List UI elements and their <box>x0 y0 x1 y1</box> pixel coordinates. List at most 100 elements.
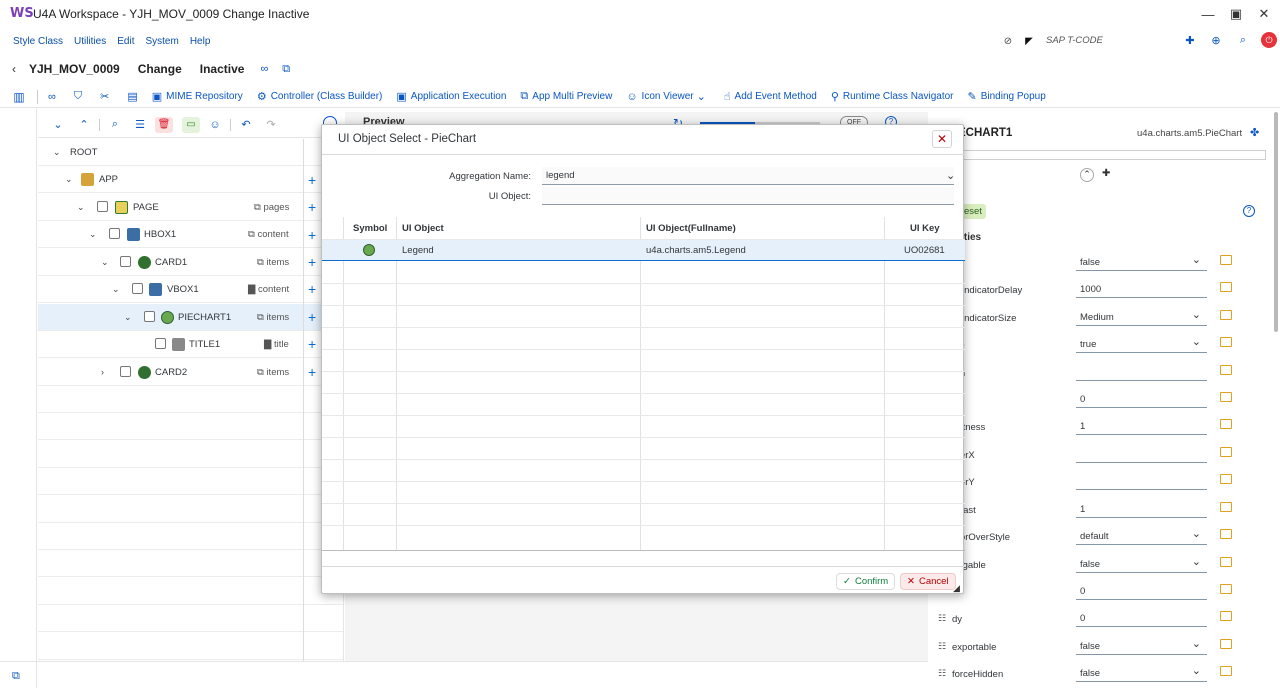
maximize-icon[interactable]: ▣ <box>1228 6 1244 22</box>
menu-system[interactable]: System <box>145 36 178 47</box>
controller-button[interactable]: ⚙ Controller (Class Builder) <box>257 90 383 103</box>
chevron-down-icon[interactable]: ⌄ <box>101 257 109 268</box>
folder-icon[interactable] <box>1220 666 1232 676</box>
user-icon[interactable]: ☺ <box>209 119 221 131</box>
undo-icon[interactable]: ↶ <box>240 118 252 131</box>
tree-row-piechart1[interactable]: ⌄ PIECHART1 ⧉ items <box>38 304 343 331</box>
tree-checkbox[interactable] <box>120 256 131 267</box>
folder-icon[interactable] <box>1220 282 1232 292</box>
collapse-all-icon[interactable]: ⌃ <box>78 118 90 131</box>
property-value[interactable]: 1000 <box>1076 280 1207 298</box>
app-execution-button[interactable]: ▣ Application Execution <box>396 90 506 103</box>
add-icon[interactable]: + <box>308 172 316 188</box>
delete-icon[interactable]: 🗑 <box>155 116 173 133</box>
add-icon[interactable]: + <box>308 309 316 325</box>
property-value[interactable]: false <box>1076 664 1207 682</box>
tree-row-title1[interactable]: TITLE1 ▇ title <box>38 331 343 358</box>
binoculars-icon[interactable]: ∞ <box>260 63 268 75</box>
power-icon[interactable]: ⏻ <box>1261 32 1277 48</box>
tree-checkbox[interactable] <box>120 366 131 377</box>
folder-icon[interactable] <box>1220 502 1232 512</box>
tree-row-app[interactable]: ⌄ APP <box>38 166 343 193</box>
add-icon[interactable]: + <box>308 254 316 270</box>
folder-icon[interactable] <box>1220 611 1232 621</box>
save-icon[interactable]: ▤ <box>127 90 137 103</box>
visibility-off-icon[interactable]: ⊘ <box>1001 34 1015 48</box>
pin-icon[interactable]: ✚ <box>1102 168 1110 179</box>
tree-checkbox[interactable] <box>132 283 143 294</box>
mime-repository-button[interactable]: ▣ MIME Repository <box>152 90 243 103</box>
tree-row-root[interactable]: ⌄ ROOT <box>38 139 343 166</box>
tree-checkbox[interactable] <box>109 228 120 239</box>
preview-select-icon[interactable]: ▭ <box>182 116 200 133</box>
folder-icon[interactable] <box>1220 557 1232 567</box>
tree-row-card1[interactable]: ⌄ CARD1 ⧉ items <box>38 249 343 276</box>
external-link-icon[interactable]: ⧉ <box>282 63 290 76</box>
runtime-class-navigator-button[interactable]: ⚲ Runtime Class Navigator <box>831 90 954 103</box>
binding-popup-button[interactable]: ✎ Binding Popup <box>968 90 1046 103</box>
property-value[interactable]: 0 <box>1076 390 1207 408</box>
property-value[interactable] <box>1076 445 1207 463</box>
property-value[interactable]: 1 <box>1076 500 1207 518</box>
tree-checkbox[interactable] <box>97 201 108 212</box>
chevron-down-icon[interactable]: ⌄ <box>53 147 61 158</box>
property-value[interactable]: false <box>1076 253 1207 271</box>
add-icon[interactable]: + <box>308 227 316 243</box>
tree-row-page[interactable]: ⌄ PAGE ⧉ pages <box>38 194 343 221</box>
property-value[interactable]: Medium <box>1076 308 1207 326</box>
folder-icon[interactable] <box>1220 584 1232 594</box>
property-value[interactable] <box>1076 472 1207 490</box>
folder-icon[interactable] <box>1220 419 1232 429</box>
chevron-down-icon[interactable]: ⌄ <box>77 202 85 213</box>
back-icon[interactable]: ‹ <box>9 62 19 76</box>
icon-viewer-button[interactable]: ☺ Icon Viewer ⌄ <box>626 90 710 104</box>
chevron-down-icon[interactable]: ⌄ <box>65 174 73 185</box>
tree-row-card2[interactable]: › CARD2 ⧉ items <box>38 359 343 386</box>
panel-toggle-icon[interactable]: ⧉ <box>12 670 20 683</box>
menu-help[interactable]: Help <box>190 36 211 47</box>
property-value[interactable]: default <box>1076 527 1207 545</box>
property-value[interactable]: true <box>1076 335 1207 353</box>
tree-checkbox[interactable] <box>155 338 166 349</box>
splitter[interactable] <box>303 139 304 661</box>
shield-icon[interactable]: ⛉ <box>74 90 82 103</box>
folder-icon[interactable] <box>1220 447 1232 457</box>
folder-icon[interactable] <box>1220 255 1232 265</box>
search-field[interactable] <box>960 150 1266 160</box>
add-icon[interactable]: + <box>308 199 316 215</box>
property-value[interactable]: false <box>1076 555 1207 573</box>
chevron-down-icon[interactable]: ⌄ <box>89 229 97 240</box>
collapse-icon[interactable]: ⌃ <box>1080 168 1094 182</box>
add-event-method-button[interactable]: ☝ Add Event Method <box>724 90 817 103</box>
menu-style-class[interactable]: Style Class <box>13 36 63 47</box>
column-header-symbol[interactable]: Symbol <box>353 223 387 234</box>
chevron-down-icon[interactable]: ⌄ <box>112 284 120 295</box>
tree-row-vbox1[interactable]: ⌄ VBOX1 ▇ content <box>38 276 343 303</box>
chevron-right-icon[interactable]: › <box>101 367 104 377</box>
chevron-down-icon[interactable]: ⌄ <box>124 312 132 323</box>
resize-handle-icon[interactable]: ◢ <box>953 583 960 594</box>
settings-icon[interactable]: ✤ <box>1250 126 1259 139</box>
folder-icon[interactable] <box>1220 529 1232 539</box>
folder-icon[interactable] <box>1220 639 1232 649</box>
folder-icon[interactable] <box>1220 310 1232 320</box>
folder-icon[interactable] <box>1220 392 1232 402</box>
table-row[interactable]: Legend u4a.charts.am5.Legend UO02681 <box>322 240 965 261</box>
cancel-button[interactable]: ✕ Cancel <box>900 573 956 590</box>
expand-all-icon[interactable]: ⌄ <box>52 118 64 131</box>
zoom-in-icon[interactable]: ⊕ <box>1209 33 1223 47</box>
layout-icon[interactable]: ▥ <box>11 90 27 104</box>
menu-utilities[interactable]: Utilities <box>74 36 106 47</box>
sap-tcode-field[interactable]: SAP T-CODE <box>1046 35 1103 46</box>
minimize-icon[interactable]: — <box>1200 6 1216 22</box>
aggregation-name-select[interactable]: legend <box>542 167 954 185</box>
column-header-fullname[interactable]: UI Object(Fullname) <box>646 223 736 234</box>
property-value[interactable] <box>1076 363 1207 381</box>
tree-checkbox[interactable] <box>144 311 155 322</box>
property-value[interactable]: 1 <box>1076 417 1207 435</box>
help-icon[interactable]: ? <box>1243 205 1255 217</box>
property-value[interactable]: false <box>1076 637 1207 655</box>
add-icon[interactable]: + <box>308 336 316 352</box>
confirm-button[interactable]: ✓ Confirm <box>836 573 896 590</box>
glasses-icon[interactable]: ∞ <box>48 91 56 103</box>
